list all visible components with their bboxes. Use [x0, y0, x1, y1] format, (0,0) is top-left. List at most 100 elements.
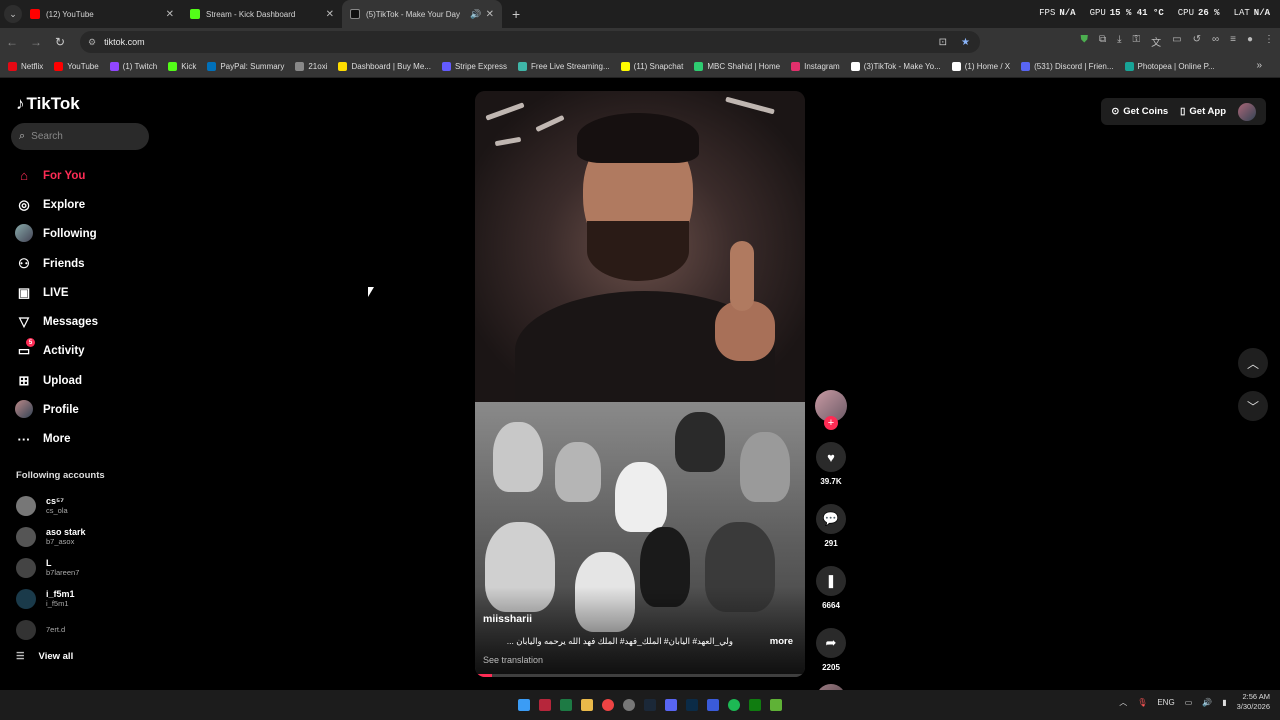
- file-explorer-icon[interactable]: [581, 699, 593, 711]
- profile-avatar-icon[interactable]: ●: [1247, 34, 1253, 49]
- tab-audio-icon[interactable]: 🔊: [470, 9, 481, 20]
- share-action[interactable]: ➦ 2205: [815, 628, 847, 672]
- bookmark-item[interactable]: (3)TikTok - Make Yo...: [850, 62, 941, 71]
- user-avatar[interactable]: [1238, 102, 1256, 121]
- following-account-item[interactable]: Lb7lareen7: [16, 552, 86, 583]
- sidebar-item-following[interactable]: Following: [15, 220, 98, 249]
- shield-extension-icon[interactable]: ⛊: [1080, 34, 1088, 49]
- following-account-item[interactable]: i_f5m1 i_f5m1: [16, 583, 86, 614]
- windows-start-icon[interactable]: [518, 699, 530, 711]
- sidebar-item-live[interactable]: ▣ LIVE: [15, 278, 98, 307]
- sidebar-item-for-you[interactable]: ⌂ For You: [15, 161, 98, 190]
- forward-icon[interactable]: →: [24, 35, 48, 49]
- app-green-icon[interactable]: [770, 699, 782, 711]
- bookmarks-overflow-icon[interactable]: »: [1256, 60, 1262, 71]
- back-icon[interactable]: ←: [0, 35, 24, 49]
- app-blue-icon[interactable]: [707, 699, 719, 711]
- excel-icon[interactable]: [560, 699, 572, 711]
- get-app-button[interactable]: ▯ Get App: [1180, 106, 1226, 117]
- save-action[interactable]: ❚ 6664: [815, 566, 847, 610]
- video-author[interactable]: miissharii: [483, 613, 532, 625]
- tiktok-logo[interactable]: ♪ TikTok: [16, 94, 80, 114]
- card-icon[interactable]: ▭: [1172, 34, 1181, 49]
- address-bar[interactable]: ⚙ tiktok.com ⊡ ★: [80, 31, 980, 53]
- sidebar-item-friends[interactable]: ⚇ Friends: [15, 249, 98, 278]
- bookmark-item[interactable]: YouTube: [54, 62, 99, 71]
- like-action[interactable]: ♥ 39.7K: [815, 442, 847, 486]
- sidebar-item-profile[interactable]: Profile: [15, 395, 98, 424]
- bookmark-item[interactable]: (1) Home / X: [951, 62, 1010, 71]
- comment-action[interactable]: 💬 291: [815, 504, 847, 548]
- tab-kick-dashboard[interactable]: Stream - Kick Dashboard ✕: [182, 0, 342, 28]
- install-app-icon[interactable]: ⊡: [939, 37, 947, 48]
- close-tab-icon[interactable]: ✕: [166, 9, 174, 20]
- microphone-icon[interactable]: 🎙: [1137, 698, 1147, 707]
- bookmark-icon[interactable]: ❚: [816, 566, 846, 596]
- following-account-item[interactable]: cs⁵⁷ cs_ola: [16, 490, 86, 521]
- creator-avatar[interactable]: +: [815, 390, 847, 430]
- spotify-icon[interactable]: [728, 699, 740, 711]
- see-translation-button[interactable]: See translation: [483, 655, 543, 665]
- bookmark-star-icon[interactable]: ★: [961, 37, 970, 48]
- battery-icon[interactable]: ▮: [1222, 698, 1226, 707]
- bookmark-item[interactable]: Photopea | Online P...: [1124, 62, 1215, 71]
- reload-icon[interactable]: ↻: [48, 35, 72, 49]
- bookmark-item[interactable]: Kick: [168, 62, 196, 71]
- extensions-icon[interactable]: ⧉: [1099, 34, 1106, 49]
- bookmark-item[interactable]: (11) Snapchat: [620, 62, 683, 71]
- follow-plus-icon[interactable]: +: [824, 416, 838, 430]
- bookmark-item[interactable]: Stripe Express: [441, 62, 507, 71]
- next-video-button[interactable]: ﹀: [1238, 391, 1268, 421]
- settings-icon[interactable]: [623, 699, 635, 711]
- search-input[interactable]: ⌕ Search: [11, 123, 149, 150]
- bookmark-item[interactable]: PayPal: Summary: [207, 62, 284, 71]
- volume-icon[interactable]: 🔊: [1202, 698, 1212, 707]
- view-all-button[interactable]: ☰ View all: [16, 651, 73, 662]
- sidebar-item-messages[interactable]: ▽ Messages: [15, 307, 98, 336]
- network-icon[interactable]: ▭: [1185, 698, 1193, 707]
- video-progress-bar[interactable]: [475, 674, 805, 677]
- tray-overflow-icon[interactable]: ︿: [1119, 697, 1127, 708]
- tab-tiktok[interactable]: (5)TikTok - Make Your Day 🔊 ✕: [342, 0, 502, 28]
- close-tab-icon[interactable]: ✕: [486, 9, 494, 20]
- chrome-icon[interactable]: [602, 699, 614, 711]
- steam-icon[interactable]: [644, 699, 656, 711]
- history-icon[interactable]: ↺: [1193, 34, 1201, 49]
- caption-more-button[interactable]: more: [770, 636, 793, 647]
- password-icon[interactable]: ⚿: [1133, 34, 1141, 49]
- bookmark-item[interactable]: (531) Discord | Frien...: [1021, 62, 1114, 71]
- clock[interactable]: 2:56 AM 3/30/2026: [1237, 692, 1270, 712]
- following-account-item[interactable]: 7ert.d: [16, 614, 86, 645]
- bookmark-item[interactable]: 21oxi: [295, 62, 327, 71]
- close-tab-icon[interactable]: ✕: [326, 9, 334, 20]
- tab-search-dropdown-icon[interactable]: ⌄: [4, 5, 22, 23]
- bookmark-item[interactable]: Free Live Streaming...: [517, 62, 610, 71]
- tab-youtube[interactable]: (12) YouTube ✕: [22, 0, 182, 28]
- xbox-icon[interactable]: [749, 699, 761, 711]
- site-info-icon[interactable]: ⚙: [88, 37, 96, 48]
- menu-kebab-icon[interactable]: ⋮: [1264, 34, 1274, 49]
- translate-icon[interactable]: 文: [1151, 34, 1161, 49]
- app-red-icon[interactable]: [539, 699, 551, 711]
- comment-icon[interactable]: 💬: [816, 504, 846, 534]
- previous-video-button[interactable]: ︿: [1238, 348, 1268, 378]
- reading-list-icon[interactable]: ≡: [1230, 34, 1236, 49]
- sidebar-item-upload[interactable]: ⊞ Upload: [15, 366, 98, 395]
- bookmark-item[interactable]: (1) Twitch: [109, 62, 157, 71]
- bookmark-item[interactable]: Dashboard | Buy Me...: [338, 62, 431, 71]
- share-icon[interactable]: ➦: [816, 628, 846, 658]
- following-account-item[interactable]: aso stark b7_asox: [16, 521, 86, 552]
- sidebar-item-explore[interactable]: ◎ Explore: [15, 190, 98, 219]
- bookmark-item[interactable]: MBC Shahid | Home: [694, 62, 780, 71]
- get-coins-button[interactable]: ⊙ Get Coins: [1111, 106, 1168, 117]
- bookmark-item[interactable]: Instagram: [791, 62, 840, 71]
- bookmark-item[interactable]: Netflix: [8, 62, 43, 71]
- link-icon[interactable]: ∞: [1212, 34, 1219, 49]
- photoshop-icon[interactable]: [686, 699, 698, 711]
- video-player[interactable]: miissharii ولي_العهد# اليابان# الملك_فهد…: [475, 91, 805, 677]
- sidebar-item-activity[interactable]: ▭ 5 Activity: [15, 337, 98, 366]
- download-icon[interactable]: ⤓: [1117, 34, 1121, 49]
- language-indicator[interactable]: ENG: [1157, 698, 1174, 707]
- heart-icon[interactable]: ♥: [816, 442, 846, 472]
- discord-icon[interactable]: [665, 699, 677, 711]
